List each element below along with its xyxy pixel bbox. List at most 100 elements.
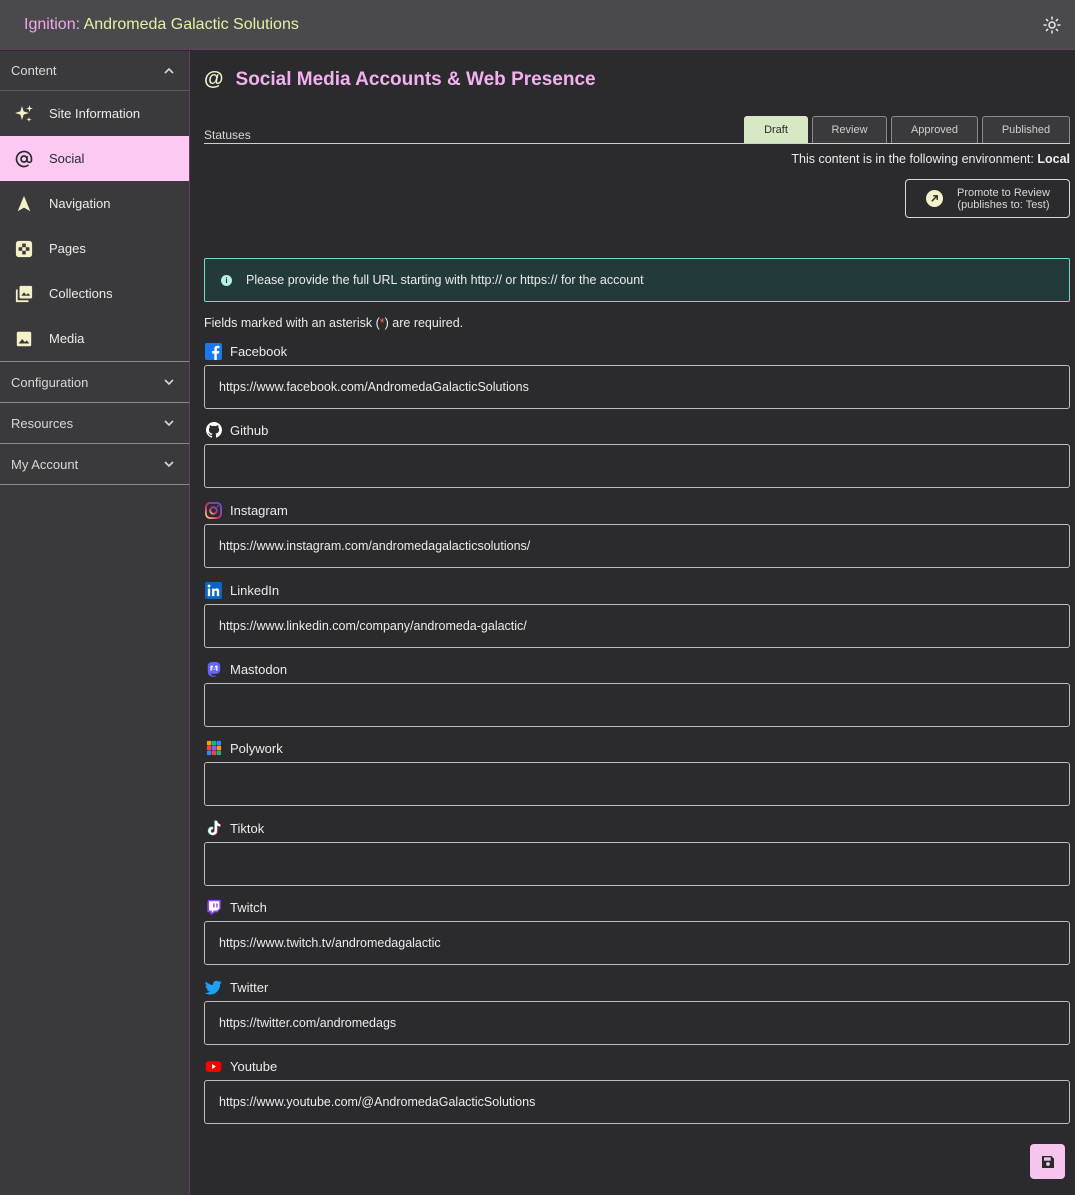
tab-review[interactable]: Review xyxy=(812,116,887,143)
configuration-section-toggle[interactable]: Configuration xyxy=(0,362,189,402)
required-fields-note: Fields marked with an asterisk (*) are r… xyxy=(204,316,463,330)
field-label: Twitter xyxy=(204,978,1070,996)
at-sign-icon xyxy=(14,149,34,169)
mastodon-icon xyxy=(205,661,222,678)
field-label: Facebook xyxy=(204,342,1070,360)
polywork-url-input[interactable] xyxy=(204,762,1070,806)
field-label: Polywork xyxy=(204,739,1070,757)
linkedin-url-input[interactable] xyxy=(204,604,1070,648)
promote-button-label: Promote to Review (publishes to: Test) xyxy=(957,187,1050,211)
instagram-url-input[interactable] xyxy=(204,524,1070,568)
save-button[interactable] xyxy=(1030,1144,1065,1179)
mastodon-label: Mastodon xyxy=(230,661,288,677)
linkedin-field: LinkedIn xyxy=(204,581,1070,648)
tab-published[interactable]: Published xyxy=(982,116,1070,143)
twitch-icon xyxy=(205,899,222,916)
info-alert: i Please provide the full URL starting w… xyxy=(204,258,1070,302)
sidebar-item-media[interactable]: Media xyxy=(0,316,189,361)
facebook-label: Facebook xyxy=(230,343,288,359)
content-group: Content Site Information Social Navigati… xyxy=(0,51,189,362)
sidebar-item-label: Navigation xyxy=(49,196,111,211)
tiktok-label: Tiktok xyxy=(230,820,265,836)
field-label: Mastodon xyxy=(204,660,1070,678)
facebook-icon xyxy=(205,342,222,360)
tiktok-icon xyxy=(205,820,222,837)
mastodon-url-input[interactable] xyxy=(204,683,1070,727)
sidebar-item-social[interactable]: Social xyxy=(0,136,189,181)
info-icon: i xyxy=(221,274,232,286)
promote-to-review-button[interactable]: Promote to Review (publishes to: Test) xyxy=(905,179,1070,218)
theme-toggle-button[interactable] xyxy=(1041,14,1063,36)
save-icon xyxy=(1041,1155,1054,1168)
tab-approved[interactable]: Approved xyxy=(891,116,978,143)
youtube-icon xyxy=(205,1058,222,1075)
tab-draft[interactable]: Draft xyxy=(744,116,808,143)
info-alert-text: Please provide the full URL starting wit… xyxy=(246,273,644,287)
sidebar-item-label: Media xyxy=(49,331,85,346)
polywork-field: Polywork xyxy=(204,739,1070,806)
linkedin-label: LinkedIn xyxy=(230,582,280,598)
sidebar-item-navigation[interactable]: Navigation xyxy=(0,181,189,226)
configuration-section-label: Configuration xyxy=(11,374,89,390)
statuses-label: Statuses xyxy=(204,128,251,142)
chevron-down-icon xyxy=(164,420,174,427)
navigation-arrow-icon xyxy=(14,194,34,214)
required-note-suffix: ) are required. xyxy=(384,316,464,330)
promote-line2: (publishes to: Test) xyxy=(957,198,1050,211)
sidebar-item-pages[interactable]: Pages xyxy=(0,226,189,271)
field-label: Tiktok xyxy=(204,819,1070,837)
account-group: My Account xyxy=(0,444,189,485)
environment-name: Local xyxy=(1037,152,1070,166)
twitter-url-input[interactable] xyxy=(204,1001,1070,1045)
github-field: Github xyxy=(204,421,1070,488)
configuration-group: Configuration xyxy=(0,362,189,403)
github-label: Github xyxy=(230,422,269,438)
chevron-down-icon xyxy=(164,461,174,468)
pages-icon xyxy=(14,239,34,259)
sidebar-item-label: Pages xyxy=(49,241,86,256)
facebook-field: Facebook xyxy=(204,342,1070,409)
twitch-url-input[interactable] xyxy=(204,921,1070,965)
page-title: @ Social Media Accounts & Web Presence xyxy=(204,68,596,91)
arrow-up-right-icon xyxy=(926,190,943,207)
github-url-input[interactable] xyxy=(204,444,1070,488)
required-note-prefix: Fields marked with an asterisk ( xyxy=(204,316,380,330)
sidebar-item-collections[interactable]: Collections xyxy=(0,271,189,316)
twitch-label: Twitch xyxy=(230,899,267,915)
content-section-label: Content xyxy=(11,63,57,78)
field-label: LinkedIn xyxy=(204,581,1070,599)
instagram-field: Instagram xyxy=(204,501,1070,568)
twitter-label: Twitter xyxy=(230,979,269,995)
status-bar: Statuses Draft Review Approved Published xyxy=(204,116,1070,144)
polywork-label: Polywork xyxy=(230,740,283,756)
content-section-toggle[interactable]: Content xyxy=(0,51,189,91)
resources-section-label: Resources xyxy=(11,415,74,431)
youtube-url-input[interactable] xyxy=(204,1080,1070,1124)
resources-section-toggle[interactable]: Resources xyxy=(0,403,189,443)
sidebar-item-label: Social xyxy=(49,151,85,166)
facebook-url-input[interactable] xyxy=(204,365,1070,409)
sidebar-item-label: Collections xyxy=(49,286,113,301)
linkedin-icon xyxy=(205,581,222,599)
account-section-toggle[interactable]: My Account xyxy=(0,444,189,484)
twitch-field: Twitch xyxy=(204,898,1070,965)
tiktok-url-input[interactable] xyxy=(204,842,1070,886)
field-label: Twitch xyxy=(204,898,1070,916)
tiktok-field: Tiktok xyxy=(204,819,1070,886)
field-label: Instagram xyxy=(204,501,1070,519)
mastodon-field: Mastodon xyxy=(204,660,1070,727)
field-label: Youtube xyxy=(204,1057,1070,1075)
youtube-label: Youtube xyxy=(230,1058,278,1074)
sidebar-item-site-information[interactable]: Site Information xyxy=(0,91,189,136)
polywork-icon xyxy=(205,740,222,757)
chevron-up-icon xyxy=(164,67,174,74)
instagram-label: Instagram xyxy=(230,502,288,518)
github-icon xyxy=(205,422,222,439)
collections-icon xyxy=(14,284,34,304)
sidebar: Content Site Information Social Navigati… xyxy=(0,51,190,1195)
page-title-text: Social Media Accounts & Web Presence xyxy=(235,68,596,90)
app-title-name: Andromeda Galactic Solutions xyxy=(83,15,299,33)
at-sign-icon: @ xyxy=(204,68,224,90)
twitter-icon xyxy=(205,979,222,996)
app-header: Ignition: Andromeda Galactic Solutions xyxy=(0,0,1075,50)
